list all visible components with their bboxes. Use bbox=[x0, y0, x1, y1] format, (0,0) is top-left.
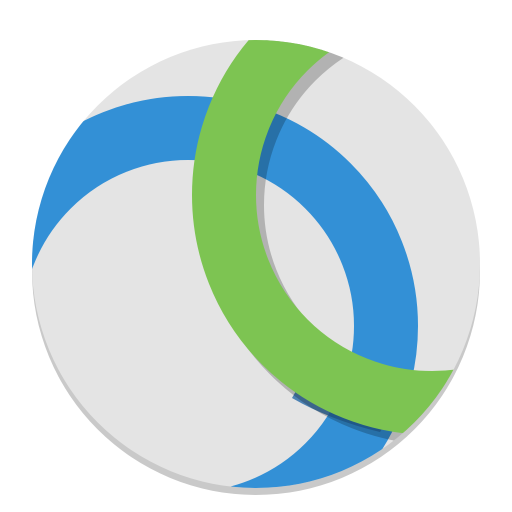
app-icon bbox=[0, 0, 512, 512]
app-icon-graphic bbox=[32, 40, 480, 495]
